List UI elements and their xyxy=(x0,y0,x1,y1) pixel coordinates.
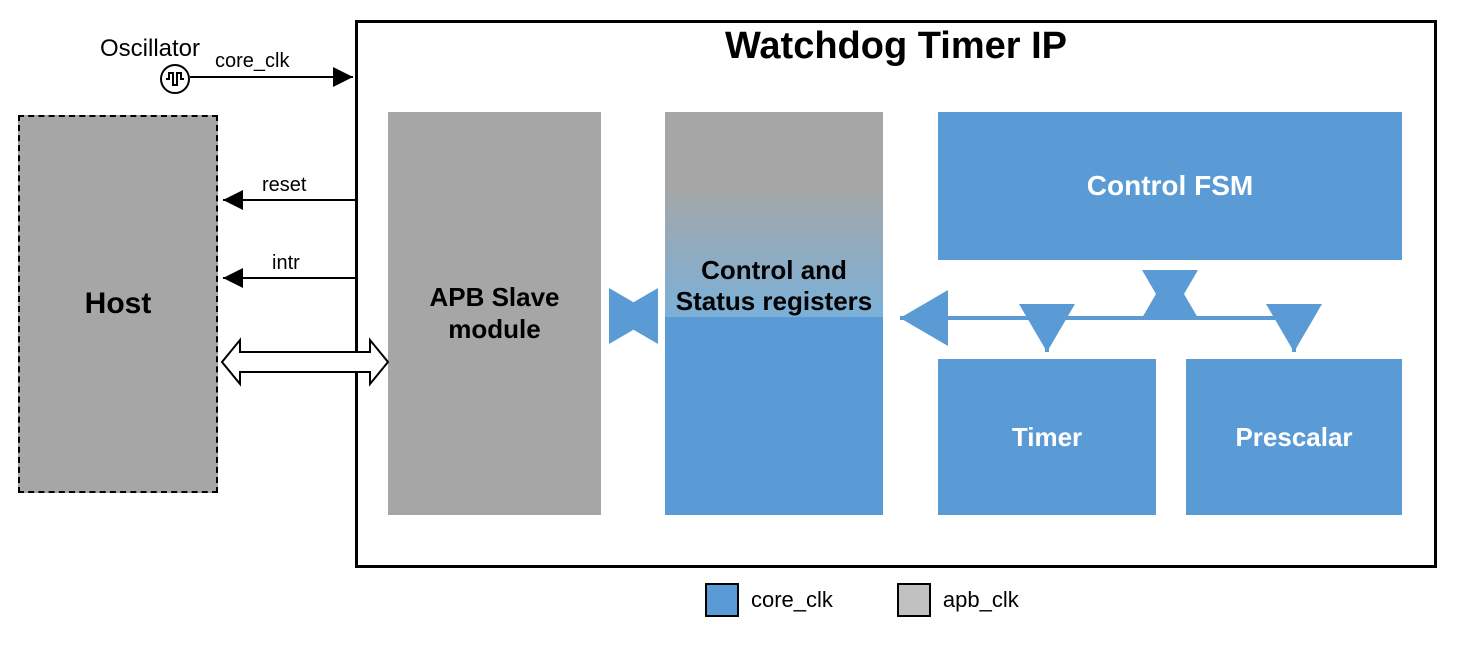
control-fsm-block: Control FSM xyxy=(938,112,1402,260)
timer-block: Timer xyxy=(938,359,1156,515)
csr-label: Control and Status registers xyxy=(665,255,883,317)
oscillator-label: Oscillator xyxy=(100,35,200,63)
prescalar-block: Prescalar xyxy=(1186,359,1402,515)
intr-label: intr xyxy=(272,252,300,275)
ip-title: Watchdog Timer IP xyxy=(355,25,1437,68)
legend-apb-clk-label: apb_clk xyxy=(943,587,1019,613)
apb-slave-block: APB Slave module xyxy=(388,112,601,515)
oscillator-icon xyxy=(160,64,190,94)
legend-swatch-core-clk xyxy=(705,583,739,617)
host-block: Host xyxy=(18,115,218,493)
apb-slave-label: APB Slave module xyxy=(388,282,601,344)
legend-swatch-apb-clk xyxy=(897,583,931,617)
legend: core_clk apb_clk xyxy=(705,583,1019,617)
apb-label: APB xyxy=(273,352,313,375)
core-clk-label: core_clk xyxy=(215,50,289,73)
legend-core-clk-label: core_clk xyxy=(751,587,833,613)
reset-label: reset xyxy=(262,174,306,197)
diagram-canvas: Watchdog Timer IP Host APB Slave module … xyxy=(0,0,1472,645)
